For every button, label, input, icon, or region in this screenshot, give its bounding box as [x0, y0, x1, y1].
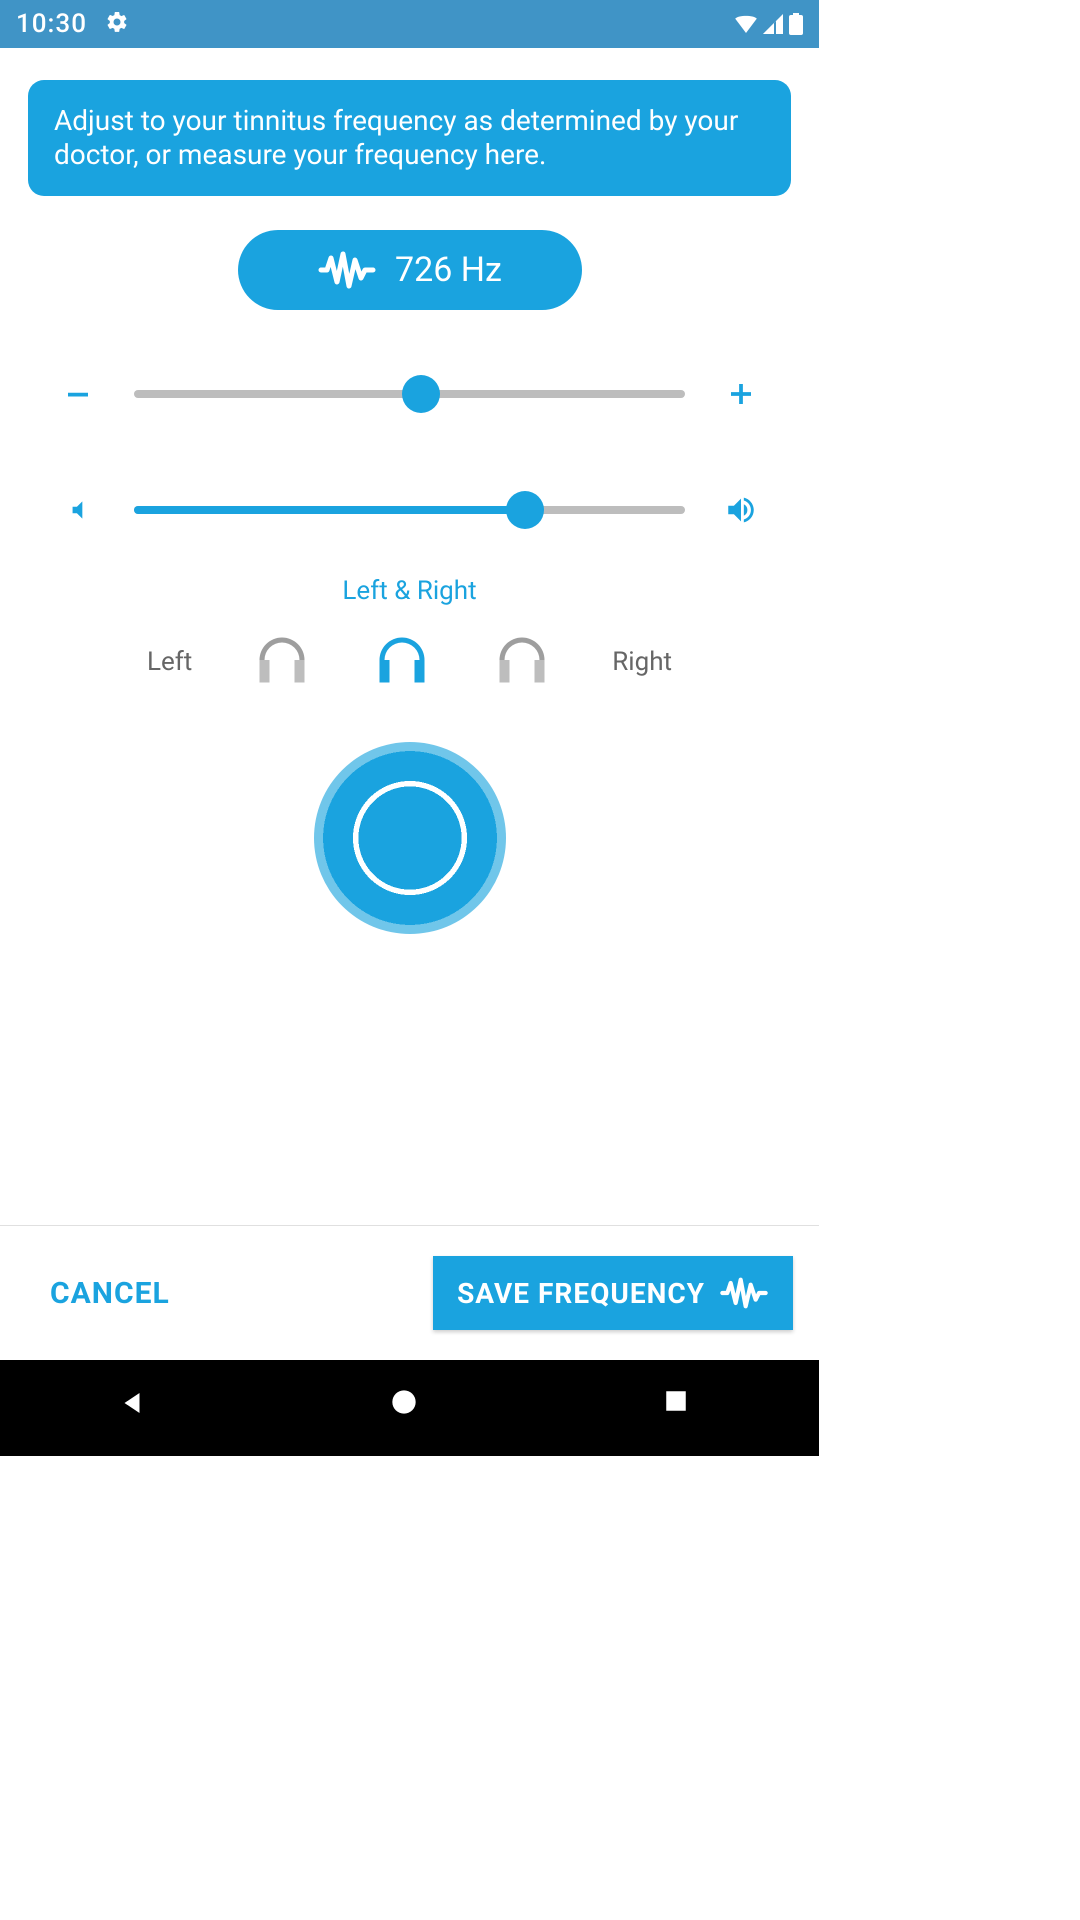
volume-slider[interactable] [134, 506, 685, 514]
save-frequency-button[interactable]: SAVE FREQUENCY [433, 1256, 793, 1330]
footer: CANCEL SAVE FREQUENCY [0, 1225, 819, 1360]
headphones-left-icon[interactable] [252, 630, 312, 694]
channel-left-label: Left [147, 647, 192, 677]
headphones-both-icon[interactable] [372, 630, 432, 694]
navigation-bar [0, 1360, 819, 1456]
signal-icon [763, 14, 783, 34]
main-content: Adjust to your tinnitus frequency as det… [0, 48, 819, 1360]
frequency-slider-thumb[interactable] [402, 375, 440, 413]
volume-slider-fill [134, 506, 525, 514]
volume-slider-row [0, 488, 819, 532]
volume-high-icon[interactable] [719, 488, 763, 532]
volume-slider-thumb[interactable] [506, 491, 544, 529]
wifi-icon [735, 15, 757, 33]
channel-selector: Left Right [0, 630, 819, 694]
minus-icon[interactable] [56, 372, 100, 416]
frequency-slider[interactable] [134, 390, 685, 398]
info-banner: Adjust to your tinnitus frequency as det… [28, 80, 791, 196]
channel-right-label: Right [612, 647, 672, 677]
play-button[interactable] [314, 742, 506, 934]
frequency-value: 726 Hz [395, 250, 502, 290]
nav-back-button[interactable] [117, 1388, 157, 1428]
waveform-icon [317, 250, 377, 290]
status-icons [735, 13, 803, 35]
waveform-icon [719, 1276, 769, 1310]
plus-icon[interactable] [719, 372, 763, 416]
channel-selected-label: Left & Right [0, 576, 819, 606]
battery-icon [789, 13, 803, 35]
headphones-right-icon[interactable] [492, 630, 552, 694]
play-icon [396, 812, 434, 864]
cancel-button[interactable]: CANCEL [50, 1276, 170, 1311]
nav-home-button[interactable] [390, 1388, 430, 1428]
info-banner-text: Adjust to your tinnitus frequency as det… [54, 104, 738, 171]
frequency-chip[interactable]: 726 Hz [238, 230, 582, 310]
nav-recent-button[interactable] [663, 1388, 703, 1428]
status-bar: 10:30 [0, 0, 819, 48]
volume-low-icon[interactable] [56, 488, 100, 532]
status-time: 10:30 [16, 9, 87, 39]
gear-icon [105, 10, 129, 38]
save-button-label: SAVE FREQUENCY [457, 1277, 705, 1310]
frequency-slider-row [0, 372, 819, 416]
